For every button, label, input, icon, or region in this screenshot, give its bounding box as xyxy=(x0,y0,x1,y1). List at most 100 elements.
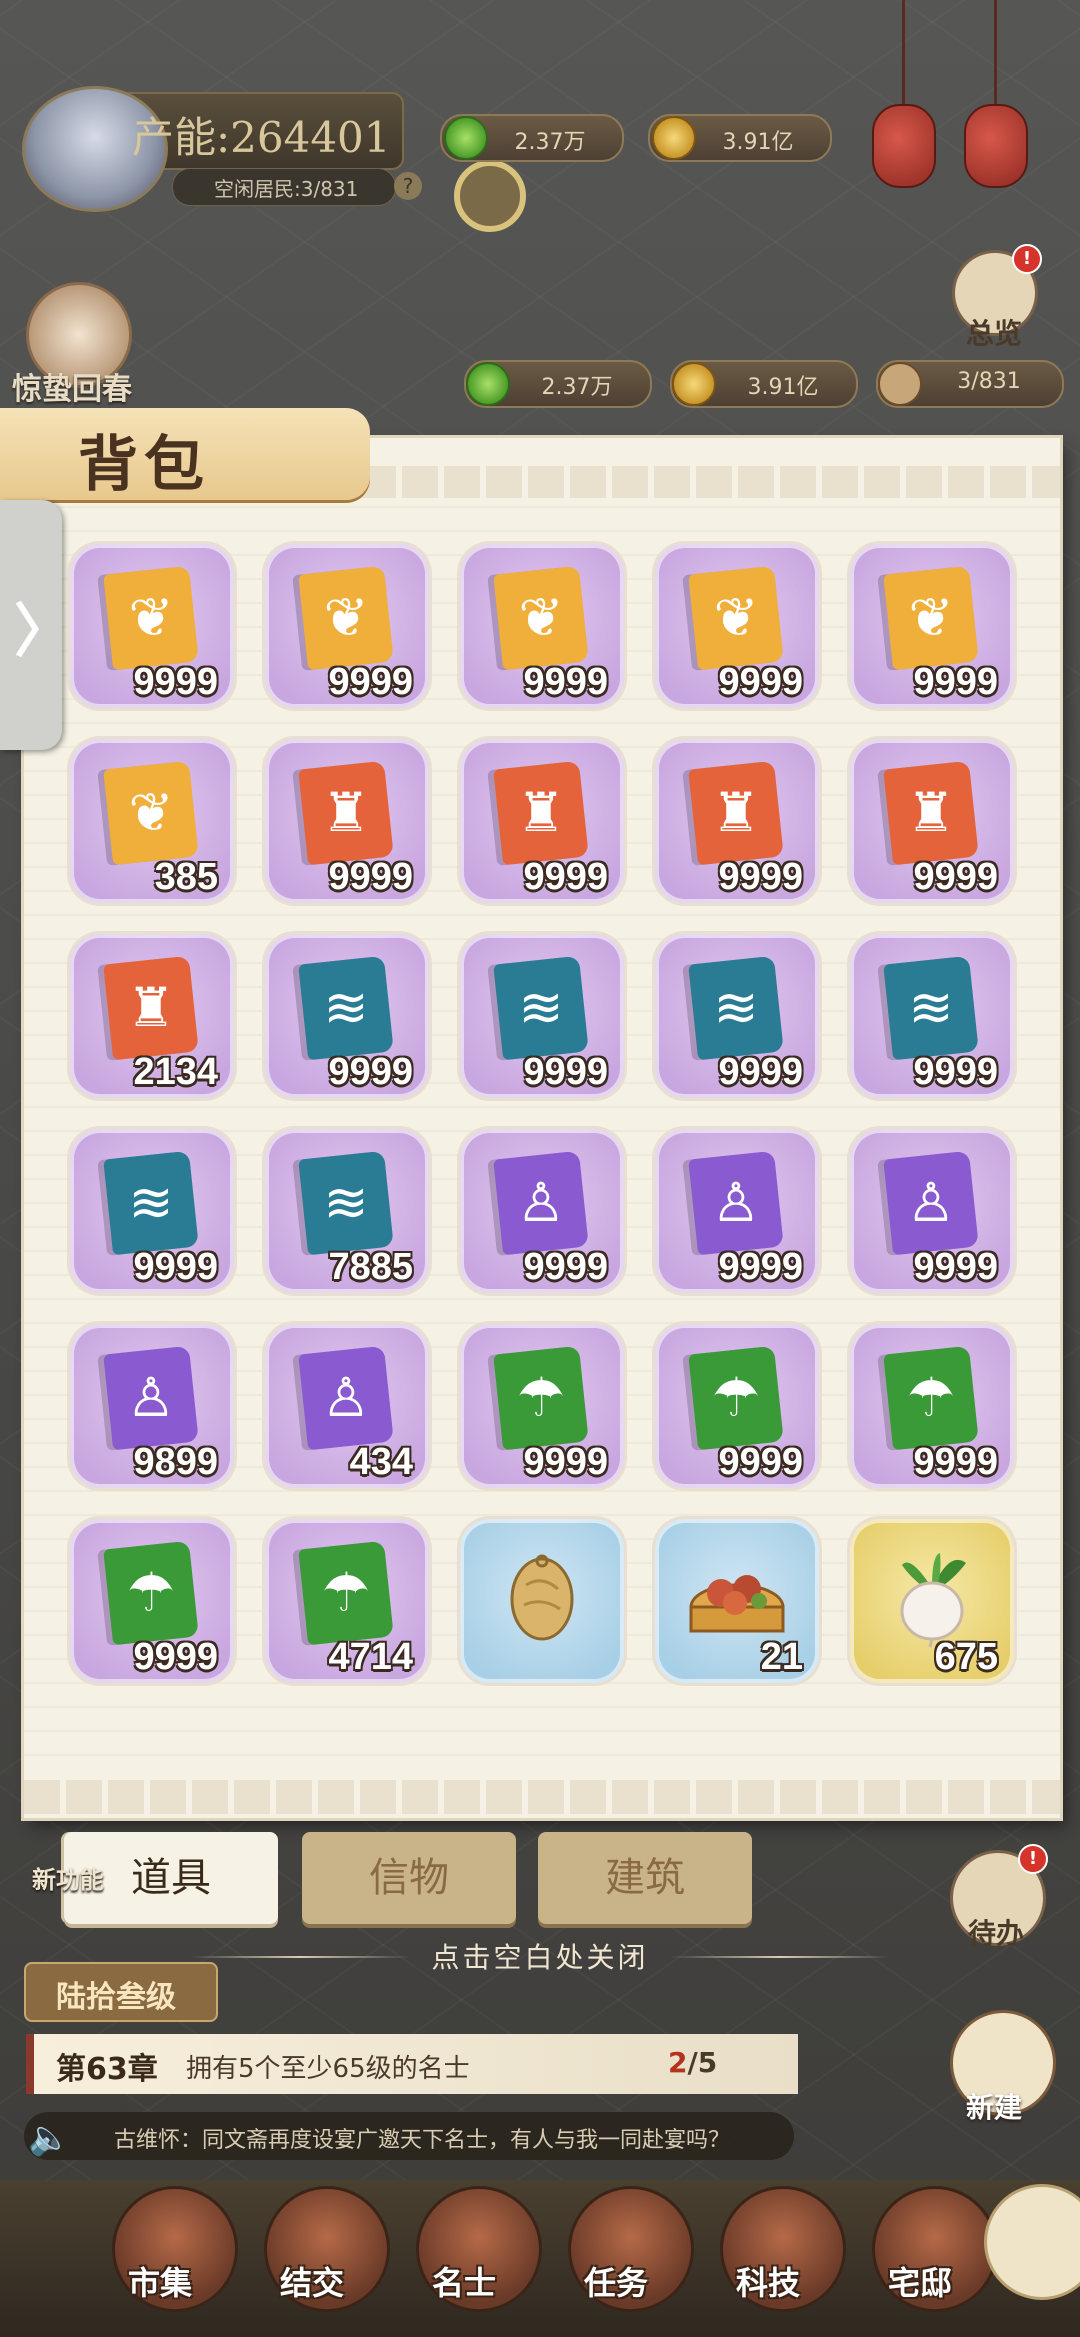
panel-title: 背包 xyxy=(78,430,210,500)
inventory-slot[interactable]: ♜ 2134 xyxy=(70,934,234,1098)
inventory-slot[interactable]: ❦ 9999 xyxy=(655,544,819,708)
inventory-slot[interactable] xyxy=(460,1519,624,1683)
idle-residents-text: 空闲居民:3/831 xyxy=(214,177,359,201)
inventory-slot[interactable]: ≋ 9999 xyxy=(460,934,624,1098)
lantern-string xyxy=(902,0,905,108)
dock-label-market: 市集 xyxy=(127,2264,192,2302)
bread-icon xyxy=(490,1545,594,1649)
drum-book-icon: ♜ xyxy=(493,760,589,866)
inventory-slot[interactable]: ♜ 9999 xyxy=(460,739,624,903)
inventory-slot[interactable]: ☂ 9999 xyxy=(70,1519,234,1683)
umbrella-glyph-icon: ☂ xyxy=(516,1366,566,1429)
tab-buildings[interactable]: 建筑 xyxy=(538,1832,752,1924)
cloth-glyph-icon: ≋ xyxy=(908,976,954,1039)
inventory-slot[interactable]: ♙ 9899 xyxy=(70,1324,234,1488)
overview-alert-badge: ! xyxy=(1012,244,1042,274)
item-count: 675 xyxy=(934,1636,998,1678)
inventory-slot[interactable]: ❦ 385 xyxy=(70,739,234,903)
wheat-glyph-icon: ❦ xyxy=(908,586,954,649)
silver-amount-top: 3.91亿 xyxy=(722,130,794,155)
inventory-slot[interactable]: ♙ 434 xyxy=(265,1324,429,1488)
cloth-glyph-icon: ≋ xyxy=(323,1171,369,1234)
inventory-slot[interactable]: ≋ 9999 xyxy=(655,934,819,1098)
item-count: 9999 xyxy=(523,856,608,898)
dock-label-tasks: 任务 xyxy=(583,2264,648,2302)
inventory-slot[interactable]: ≋ 9999 xyxy=(265,934,429,1098)
wheat-glyph-icon: ❦ xyxy=(713,586,759,649)
help-icon[interactable]: ? xyxy=(394,172,422,200)
new-feature-label[interactable]: 新功能 xyxy=(32,1860,104,1895)
inventory-slot[interactable]: 21 xyxy=(655,1519,819,1683)
inventory-slot[interactable]: ♜ 9999 xyxy=(850,739,1014,903)
item-count: 21 xyxy=(760,1636,803,1678)
drum-book-icon: ♜ xyxy=(298,760,394,866)
copper-amount: 2.37万 xyxy=(541,375,613,400)
dock-label-mansion: 宅邸 xyxy=(887,2264,952,2302)
inventory-slot[interactable]: ♜ 9999 xyxy=(265,739,429,903)
production-readout: 产能:264401 xyxy=(132,113,391,162)
panel-border-bottom xyxy=(24,1780,1060,1814)
inventory-slot[interactable]: ≋ 9999 xyxy=(70,1129,234,1293)
item-count: 9999 xyxy=(523,1246,608,1288)
gold-coin-icon xyxy=(672,362,716,406)
inventory-slot[interactable]: ♜ 9999 xyxy=(655,739,819,903)
lantern-icon[interactable] xyxy=(872,104,936,188)
news-text: 古维怀：同文斋再度设宴广邀天下名士，有人与我一同赴宴吗？ xyxy=(114,2128,731,2153)
wheat-glyph-icon: ❦ xyxy=(323,586,369,649)
umbrella-book-icon: ☂ xyxy=(493,1345,589,1451)
item-count: 9999 xyxy=(718,1051,803,1093)
item-count: 385 xyxy=(154,856,218,898)
inventory-slot[interactable]: ☂ 9999 xyxy=(850,1324,1014,1488)
umbrella-book-icon: ☂ xyxy=(103,1540,199,1646)
drum-glyph-icon: ♜ xyxy=(126,976,176,1039)
inventory-slot[interactable]: ☂ 4714 xyxy=(265,1519,429,1683)
radish-icon xyxy=(880,1545,984,1649)
wheat-book-icon: ❦ xyxy=(883,565,979,671)
inventory-slot[interactable]: ☂ 9999 xyxy=(655,1324,819,1488)
chapter-number: 第63章 xyxy=(56,2052,158,2087)
dock-label-scholars: 名士 xyxy=(431,2264,496,2302)
chevron-right-icon: 〉 xyxy=(14,597,73,665)
silver-amount: 3.91亿 xyxy=(747,375,819,400)
lantern-icon[interactable] xyxy=(964,104,1028,188)
item-count: 9999 xyxy=(913,1246,998,1288)
item-count: 9999 xyxy=(523,1051,608,1093)
inventory-slot[interactable]: ❦ 9999 xyxy=(850,544,1014,708)
inventory-slot[interactable]: ≋ 9999 xyxy=(850,934,1014,1098)
item-count: 9999 xyxy=(913,1051,998,1093)
drum-book-icon: ♜ xyxy=(103,955,199,1061)
cloth-glyph-icon: ≋ xyxy=(323,976,369,1039)
item-count: 9999 xyxy=(328,856,413,898)
inventory-slot[interactable]: ≋ 7885 xyxy=(265,1129,429,1293)
item-count: 9999 xyxy=(328,661,413,703)
inventory-slot[interactable]: ♙ 9999 xyxy=(655,1129,819,1293)
resident-icon xyxy=(878,362,922,406)
wheat-glyph-icon: ❦ xyxy=(128,586,174,649)
robe-glyph-icon: ♙ xyxy=(321,1366,371,1429)
inventory-slot[interactable]: ♙ 9999 xyxy=(460,1129,624,1293)
chapter-objective: 拥有5个至少65级的名士 xyxy=(186,2054,470,2084)
cloth-book-icon: ≋ xyxy=(298,955,394,1061)
item-count: 4714 xyxy=(328,1636,413,1678)
event-label: 惊蛰回春 xyxy=(12,372,132,407)
inventory-slot[interactable]: ❦ 9999 xyxy=(460,544,624,708)
wheat-book-icon: ❦ xyxy=(298,565,394,671)
wheel-icon[interactable] xyxy=(454,160,526,232)
inventory-slot[interactable]: ♙ 9999 xyxy=(850,1129,1014,1293)
cloth-book-icon: ≋ xyxy=(103,1150,199,1256)
inventory-slot[interactable]: ☂ 9999 xyxy=(460,1324,624,1488)
item-count: 9999 xyxy=(718,661,803,703)
tab-tokens[interactable]: 信物 xyxy=(302,1832,516,1924)
inventory-slot[interactable]: 675 xyxy=(850,1519,1014,1683)
item-count: 7885 xyxy=(328,1246,413,1288)
drum-book-icon: ♜ xyxy=(883,760,979,866)
inventory-slot[interactable]: ❦ 9999 xyxy=(70,544,234,708)
item-count: 9999 xyxy=(718,1441,803,1483)
umbrella-glyph-icon: ☂ xyxy=(321,1561,371,1624)
wheat-glyph-icon: ❦ xyxy=(128,781,174,844)
cloth-book-icon: ≋ xyxy=(688,955,784,1061)
item-count: 9999 xyxy=(133,661,218,703)
inventory-slot[interactable]: ❦ 9999 xyxy=(265,544,429,708)
item-count: 9999 xyxy=(913,856,998,898)
umbrella-book-icon: ☂ xyxy=(883,1345,979,1451)
